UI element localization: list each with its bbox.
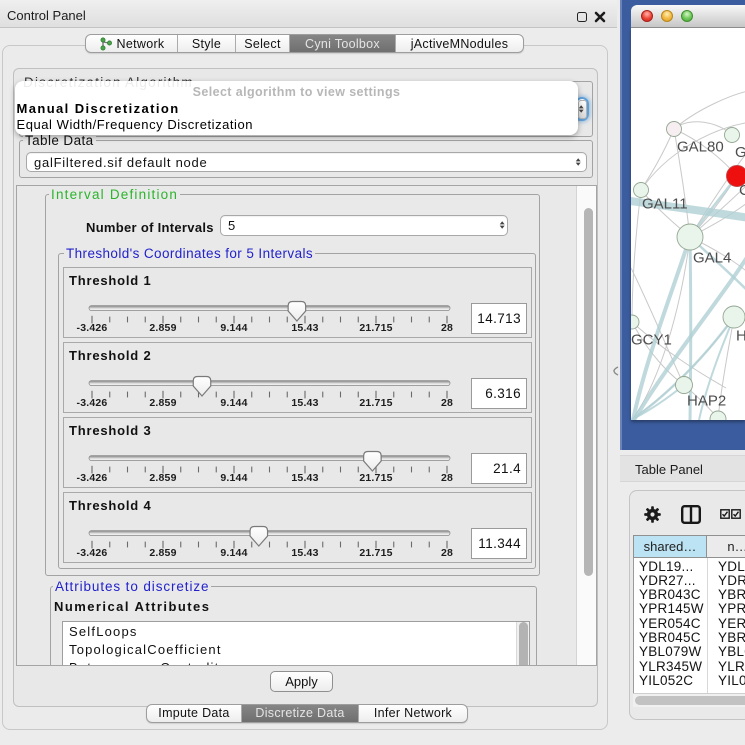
- svg-text:GAL4: GAL4: [693, 250, 731, 267]
- svg-text:GAL80: GAL80: [677, 139, 724, 156]
- svg-text:GAL11: GAL11: [642, 196, 688, 213]
- svg-text:GA: GA: [735, 144, 745, 161]
- svg-text:C: C: [739, 182, 745, 199]
- svg-text:GCY1: GCY1: [631, 332, 672, 349]
- svg-text:H: H: [736, 328, 745, 345]
- svg-text:HAP2: HAP2: [687, 393, 726, 410]
